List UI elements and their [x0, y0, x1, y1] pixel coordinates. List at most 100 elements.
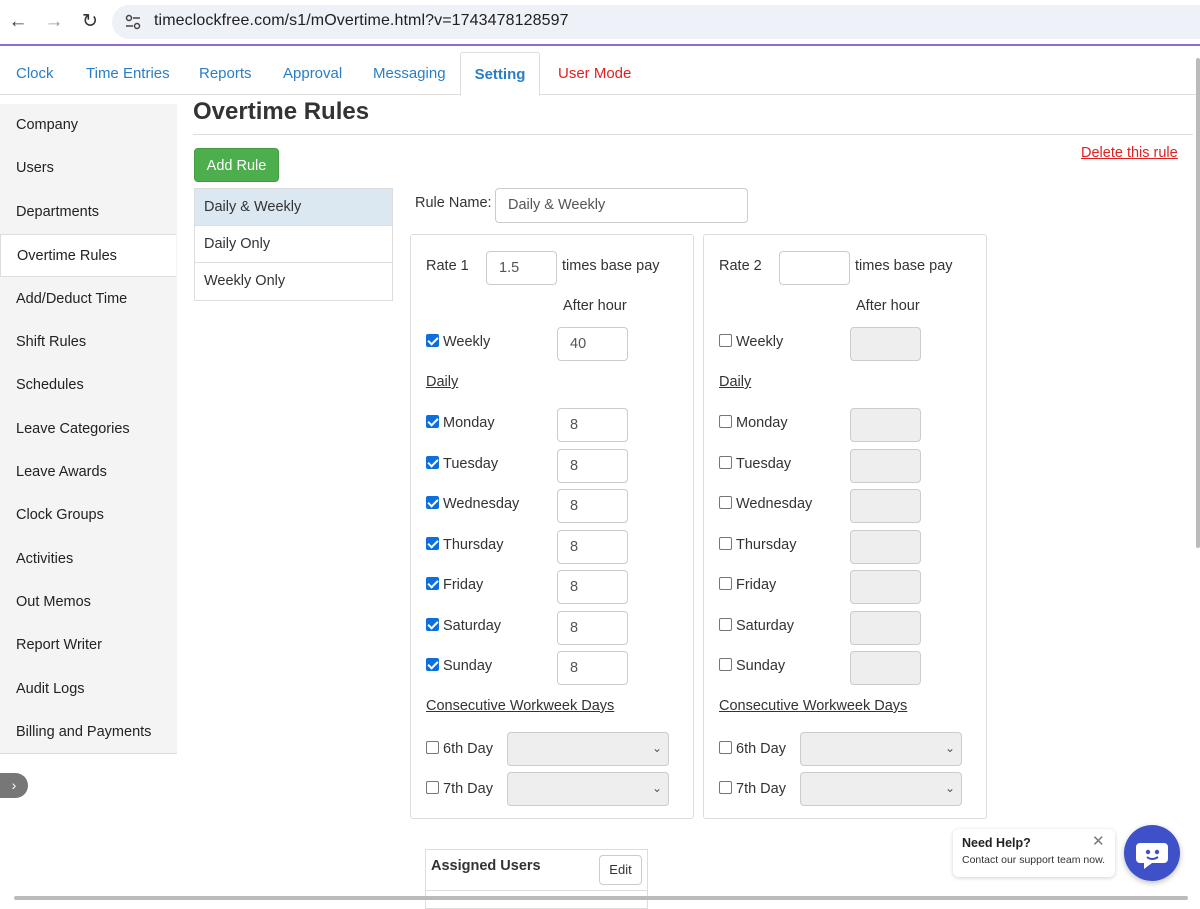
rate2-wednesday-row[interactable]: Wednesday: [719, 496, 812, 512]
sidebar-item-leave-awards[interactable]: Leave Awards: [0, 451, 177, 494]
rate2-6th-day-select[interactable]: ⌄: [800, 732, 962, 766]
edit-assigned-users-button[interactable]: Edit: [599, 855, 642, 885]
rate1-monday-row[interactable]: Monday: [426, 415, 495, 431]
sidebar-item-shift-rules[interactable]: Shift Rules: [0, 321, 177, 364]
rate2-weekly-checkbox[interactable]: [719, 334, 732, 347]
rate2-sunday-hours-input[interactable]: [850, 651, 921, 685]
rate2-friday-row[interactable]: Friday: [719, 577, 776, 593]
rate1-6th-day-checkbox[interactable]: [426, 741, 439, 754]
rate1-multiplier-input[interactable]: 1.5: [486, 251, 557, 285]
rate2-saturday-checkbox[interactable]: [719, 617, 732, 631]
rate1-thursday-checkbox[interactable]: [426, 536, 439, 550]
rate1-weekly-row[interactable]: Weekly: [426, 334, 490, 350]
rate1-sunday-hours-input[interactable]: 8: [557, 651, 628, 685]
rate1-tuesday-hours-input[interactable]: 8: [557, 448, 628, 483]
sidebar-toggle-chevron-icon[interactable]: ›: [0, 773, 28, 798]
tab-setting[interactable]: Setting: [460, 52, 540, 96]
back-icon[interactable]: ←: [6, 10, 30, 34]
rate2-weekly-hours-input[interactable]: [850, 327, 921, 361]
horizontal-scrollbar[interactable]: [14, 896, 1188, 900]
sidebar-item-activities[interactable]: Activities: [0, 538, 177, 581]
rate2-saturday-hours-input[interactable]: [850, 610, 921, 645]
rate1-thursday-row[interactable]: Thursday: [426, 536, 503, 553]
rate2-friday-checkbox[interactable]: [719, 577, 732, 590]
rate1-sunday-checkbox[interactable]: [426, 658, 439, 671]
tab-approval[interactable]: Approval: [279, 52, 346, 95]
rate2-thursday-hours-input[interactable]: [850, 529, 921, 564]
sidebar-item-users[interactable]: Users: [0, 147, 177, 190]
help-card[interactable]: Need Help? Contact our support team now.…: [953, 829, 1115, 877]
rate2-weekly-row[interactable]: Weekly: [719, 334, 783, 350]
tab-clock[interactable]: Clock: [12, 52, 58, 95]
rate2-monday-row[interactable]: Monday: [719, 415, 788, 431]
rate2-sunday-checkbox[interactable]: [719, 658, 732, 671]
rate2-7th-day-row[interactable]: 7th Day: [719, 781, 786, 797]
rule-item-daily-weekly[interactable]: Daily & Weekly: [195, 189, 392, 226]
rate2-tuesday-row[interactable]: Tuesday: [719, 455, 791, 472]
vertical-scrollbar[interactable]: [1196, 58, 1200, 548]
rate1-6th-day-select[interactable]: ⌄: [507, 732, 669, 766]
rate1-saturday-row[interactable]: Saturday: [426, 617, 501, 634]
tab-reports[interactable]: Reports: [195, 52, 256, 95]
rate1-saturday-checkbox[interactable]: [426, 617, 439, 631]
sidebar-item-audit-logs[interactable]: Audit Logs: [0, 668, 177, 711]
rate2-thursday-row[interactable]: Thursday: [719, 536, 796, 553]
rule-name-input[interactable]: Daily & Weekly: [495, 188, 748, 223]
rate2-thursday-checkbox[interactable]: [719, 536, 732, 550]
rate2-6th-day-checkbox[interactable]: [719, 741, 732, 754]
rate1-tuesday-row[interactable]: Tuesday: [426, 455, 498, 472]
rate2-saturday-row[interactable]: Saturday: [719, 617, 794, 634]
chat-icon[interactable]: [1124, 825, 1180, 881]
rate1-saturday-hours-input[interactable]: 8: [557, 610, 628, 645]
rate1-7th-day-checkbox[interactable]: [426, 781, 439, 794]
sidebar-item-billing-and-payments[interactable]: Billing and Payments: [0, 711, 177, 754]
close-icon[interactable]: ✕: [1092, 832, 1105, 850]
rate1-thursday-hours-input[interactable]: 8: [557, 529, 628, 564]
rate2-7th-day-select[interactable]: ⌄: [800, 772, 962, 806]
sidebar-item-schedules[interactable]: Schedules: [0, 364, 177, 407]
rate1-monday-checkbox[interactable]: [426, 415, 439, 428]
rate1-tuesday-checkbox[interactable]: [426, 455, 439, 469]
rate2-6th-day-row[interactable]: 6th Day: [719, 741, 786, 757]
rate2-tuesday-hours-input[interactable]: [850, 448, 921, 483]
rate1-weekly-hours-input[interactable]: 40: [557, 327, 628, 361]
rate1-wednesday-row[interactable]: Wednesday: [426, 496, 519, 512]
rate2-friday-hours-input[interactable]: [850, 570, 921, 604]
rate2-7th-day-checkbox[interactable]: [719, 781, 732, 794]
site-settings-icon[interactable]: [124, 13, 142, 31]
sidebar-item-overtime-rules[interactable]: Overtime Rules: [0, 234, 176, 277]
rate1-sunday-row[interactable]: Sunday: [426, 658, 492, 674]
rate1-7th-day-row[interactable]: 7th Day: [426, 781, 493, 797]
rate1-wednesday-checkbox[interactable]: [426, 496, 439, 509]
rate1-friday-row[interactable]: Friday: [426, 577, 483, 593]
rate2-sunday-row[interactable]: Sunday: [719, 658, 785, 674]
sidebar-item-leave-categories[interactable]: Leave Categories: [0, 408, 177, 451]
rate1-friday-checkbox[interactable]: [426, 577, 439, 590]
tab-messaging[interactable]: Messaging: [369, 52, 450, 95]
forward-icon[interactable]: →: [42, 10, 66, 34]
rule-item-weekly-only[interactable]: Weekly Only: [195, 263, 392, 300]
rate2-multiplier-input[interactable]: [779, 251, 850, 285]
add-rule-button[interactable]: Add Rule: [194, 148, 279, 182]
sidebar-item-add-deduct-time[interactable]: Add/Deduct Time: [0, 278, 177, 321]
rate2-monday-checkbox[interactable]: [719, 415, 732, 428]
rule-item-daily-only[interactable]: Daily Only: [195, 226, 392, 263]
sidebar-item-out-memos[interactable]: Out Memos: [0, 581, 177, 624]
delete-rule-link[interactable]: Delete this rule: [1081, 145, 1178, 161]
rate1-weekly-checkbox[interactable]: [426, 334, 439, 347]
sidebar-item-clock-groups[interactable]: Clock Groups: [0, 494, 177, 537]
tab-user-mode[interactable]: User Mode: [554, 52, 635, 95]
rate2-wednesday-hours-input[interactable]: [850, 489, 921, 523]
sidebar-item-company[interactable]: Company: [0, 104, 177, 147]
rate2-monday-hours-input[interactable]: [850, 408, 921, 442]
rate1-6th-day-row[interactable]: 6th Day: [426, 741, 493, 757]
rate1-7th-day-select[interactable]: ⌄: [507, 772, 669, 806]
tab-time-entries[interactable]: Time Entries: [82, 52, 174, 95]
rate1-friday-hours-input[interactable]: 8: [557, 570, 628, 604]
sidebar-item-report-writer[interactable]: Report Writer: [0, 624, 177, 667]
rate1-wednesday-hours-input[interactable]: 8: [557, 489, 628, 523]
reload-icon[interactable]: ↻: [78, 10, 102, 34]
rate2-tuesday-checkbox[interactable]: [719, 455, 732, 469]
address-bar[interactable]: timeclockfree.com/s1/mOvertime.html?v=17…: [112, 5, 1200, 39]
rate2-wednesday-checkbox[interactable]: [719, 496, 732, 509]
